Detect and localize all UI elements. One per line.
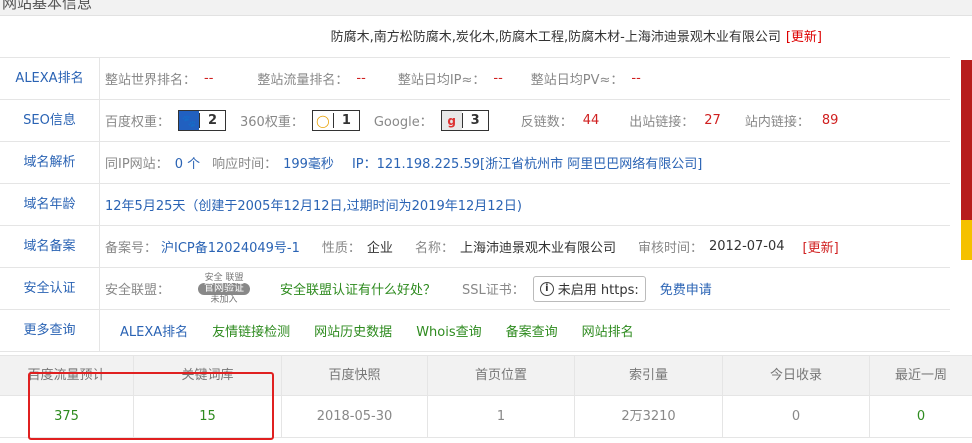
icp-audit-value: 2012-07-04: [708, 239, 785, 254]
seal-sub-text: 未加入: [210, 294, 238, 305]
google-value: 3: [461, 113, 488, 128]
icp-nature-label: 性质：: [321, 241, 361, 256]
traffic-rank-label: 整站流量排名：: [257, 73, 349, 88]
more-link-icp[interactable]: 备案查询: [506, 321, 558, 340]
section-header: 网站基本信息: [0, 0, 972, 16]
info-icon: i: [539, 281, 554, 296]
stats-value-index: 2万3210: [575, 396, 723, 437]
seo-label: SEO信息: [0, 100, 100, 141]
response-value: 199毫秒: [283, 157, 334, 172]
s360-weight-label: 360权重：: [240, 115, 304, 130]
ssl-status-box: i 未启用 https:: [532, 275, 646, 302]
seal-main-text: 官网验证: [198, 282, 251, 295]
daily-ip-label: 整站日均IP≈：: [397, 73, 486, 88]
icp-label: 域名备案: [0, 226, 100, 267]
more-link-whois[interactable]: Whois查询: [416, 321, 481, 340]
stats-header-home-position: 首页位置: [428, 356, 575, 395]
icp-no-label: 备案号：: [105, 241, 158, 256]
alliance-benefit-link[interactable]: 安全联盟认证有什么好处？: [280, 279, 436, 298]
more-link-history[interactable]: 网站历史数据: [314, 321, 392, 340]
ssl-label: SSL证书：: [462, 283, 525, 298]
s360-weight-value: 1: [332, 113, 359, 128]
paw-icon: 🐾: [179, 111, 200, 130]
stats-value-week[interactable]: 0: [870, 396, 972, 437]
seo-row: SEO信息 百度权重： 🐾 2 360权重： ◯ 1 Google： g 3 反…: [0, 100, 950, 142]
ip-value[interactable]: 121.198.225.59[浙江省杭州市 阿里巴巴网络有限公司]: [377, 153, 703, 172]
outlinks-value[interactable]: 27: [704, 113, 721, 128]
alexa-row: ALEXA排名 整站世界排名： -- 整站流量排名： -- 整站日均IP≈： -…: [0, 58, 950, 100]
same-ip-value[interactable]: 0 个: [175, 153, 200, 172]
stats-value-snapshot: 2018-05-30: [282, 396, 428, 437]
backlinks-label: 反链数：: [520, 115, 573, 130]
stats-header-today: 今日收录: [723, 356, 870, 395]
inlinks-label: 站内链接：: [744, 115, 810, 130]
icp-update-link[interactable]: [更新]: [803, 237, 839, 256]
icp-no-value[interactable]: 沪ICP备12024049号-1: [161, 237, 300, 256]
stats-header-snapshot: 百度快照: [282, 356, 428, 395]
site-update-link[interactable]: [更新]: [786, 30, 822, 45]
icp-audit-label: 审核时间：: [637, 241, 703, 256]
more-label: 更多查询: [0, 310, 100, 351]
ssl-status: 未启用 https:: [557, 283, 639, 298]
stats-header-index: 索引量: [575, 356, 723, 395]
info-table: ALEXA排名 整站世界排名： -- 整站流量排名： -- 整站日均IP≈： -…: [0, 57, 950, 352]
traffic-rank-value: --: [356, 71, 366, 86]
stats-value-today: 0: [723, 396, 870, 437]
more-link-rank[interactable]: 网站排名: [582, 321, 634, 340]
icp-name-value: 上海沛迪景观木业有限公司: [459, 241, 616, 256]
stats-value-home-position: 1: [428, 396, 575, 437]
response-label: 响应时间：: [212, 157, 278, 172]
ring-icon: ◯: [312, 111, 333, 130]
icp-name-label: 名称：: [414, 241, 454, 256]
inlinks-value[interactable]: 89: [822, 113, 839, 128]
baidu-weight-value: 2: [199, 113, 225, 128]
stats-header-week: 最近一周: [894, 368, 947, 383]
ssl-apply-link[interactable]: 免费申请: [660, 279, 712, 298]
baidu-weight-label: 百度权重：: [105, 115, 171, 130]
domain-label: 域名解析: [0, 142, 100, 183]
domain-row: 域名解析 同IP网站： 0 个 响应时间： 199毫秒 IP： 121.198.…: [0, 142, 950, 184]
outlinks-label: 出站链接：: [629, 115, 695, 130]
backlinks-value[interactable]: 44: [583, 113, 600, 128]
daily-pv-label: 整站日均PV≈：: [530, 73, 624, 88]
more-link-alexa[interactable]: ALEXA排名: [120, 321, 188, 340]
more-link-friendlinks[interactable]: 友情链接检测: [212, 321, 290, 340]
google-badge[interactable]: g 3: [440, 110, 489, 131]
ip-label: IP：: [351, 157, 377, 172]
more-row: 更多查询 ALEXA排名 友情链接检测 网站历史数据 Whois查询 备案查询 …: [0, 310, 950, 352]
baidu-weight-badge[interactable]: 🐾 2: [178, 110, 227, 131]
world-rank-label: 整站世界排名：: [105, 73, 197, 88]
side-ad-banner[interactable]: [961, 60, 972, 260]
s360-weight-badge[interactable]: ◯ 1: [311, 110, 360, 131]
age-row: 域名年龄 12年5月25天（创建于2005年12月12日,过期时间为2019年1…: [0, 184, 950, 226]
age-label: 域名年龄: [0, 184, 100, 225]
highlight-box: [28, 372, 274, 440]
site-title-row: 防腐木,南方松防腐木,炭化木,防腐木工程,防腐木材-上海沛迪景观木业有限公司 [更…: [0, 18, 950, 58]
alliance-seal-icon[interactable]: 安全 联盟 官网验证 未加入: [180, 273, 268, 305]
daily-ip-value: --: [493, 71, 503, 86]
icp-row: 域名备案 备案号： 沪ICP备12024049号-1 性质： 企业 名称： 上海…: [0, 226, 950, 268]
google-icon: g: [441, 111, 462, 130]
world-rank-value: --: [204, 71, 214, 86]
daily-pv-value: --: [631, 71, 641, 86]
age-value: 12年5月25天（创建于2005年12月12日,过期时间为2019年12月12日…: [105, 199, 522, 214]
same-ip-label: 同IP网站：: [105, 157, 169, 172]
security-label: 安全认证: [0, 268, 100, 309]
google-label: Google：: [373, 115, 433, 130]
icp-nature-value: 企业: [366, 241, 393, 256]
alliance-label: 安全联盟：: [105, 283, 171, 298]
site-title: 防腐木,南方松防腐木,炭化木,防腐木工程,防腐木材-上海沛迪景观木业有限公司: [330, 30, 781, 45]
alexa-label: ALEXA排名: [0, 58, 100, 99]
section-title: 网站基本信息: [2, 0, 93, 12]
security-row: 安全认证 安全联盟： 安全 联盟 官网验证 未加入 安全联盟认证有什么好处？ S…: [0, 268, 950, 310]
seal-top-text: 安全 联盟: [204, 272, 244, 283]
